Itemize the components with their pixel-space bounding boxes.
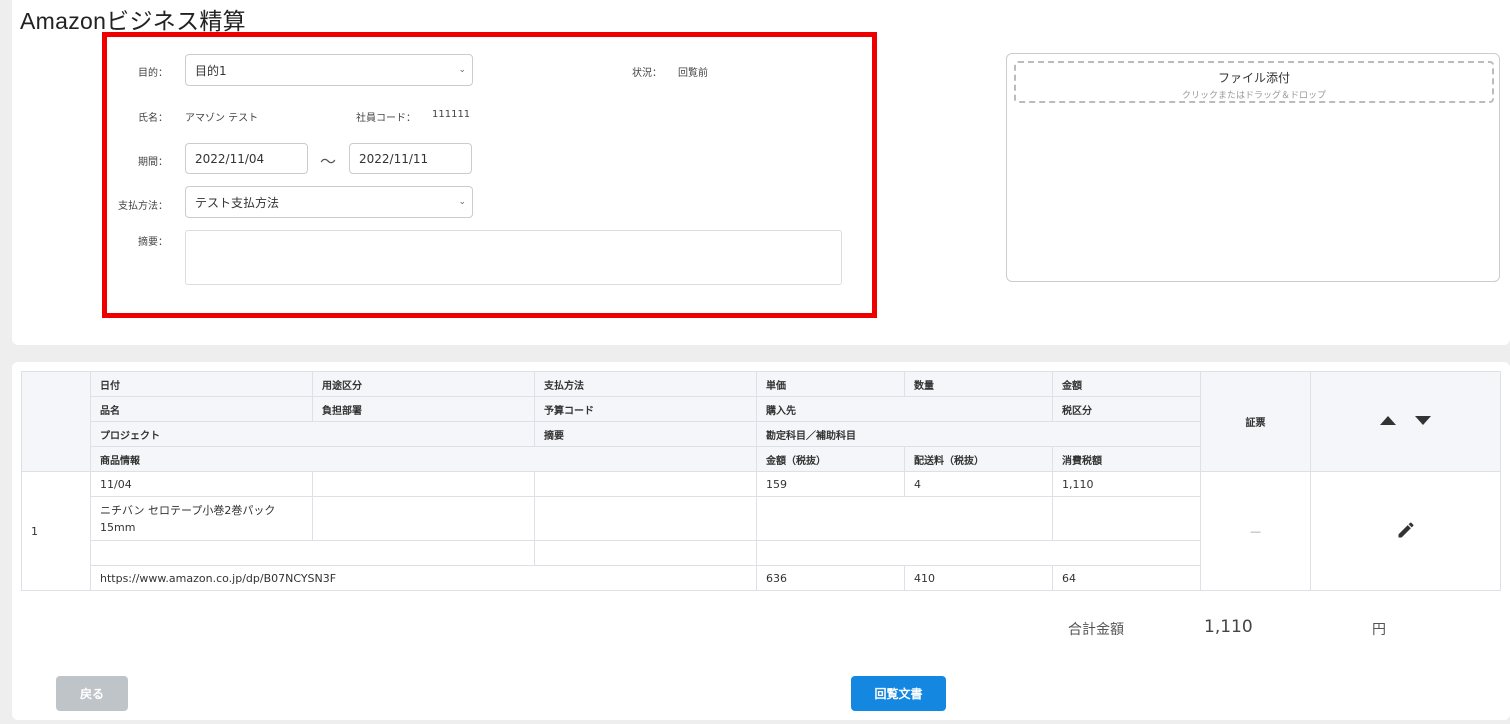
edit-button[interactable]	[1396, 520, 1416, 543]
header-summary: 摘要	[534, 421, 757, 447]
header-payment: 支払方法	[534, 371, 757, 397]
cell-department	[312, 496, 535, 541]
header-department: 負担部署	[312, 396, 535, 422]
file-dropzone[interactable]: ファイル添付 クリックまたはドラッグ＆ドロップ	[1014, 61, 1494, 103]
cell-summary	[534, 540, 757, 566]
cell-supplier	[756, 496, 1053, 541]
file-attach-title: ファイル添付	[1217, 71, 1290, 85]
move-down-button[interactable]	[1415, 415, 1432, 428]
move-up-button[interactable]	[1379, 415, 1396, 428]
table-row: 1 11/04 159 4 1,110 —	[21, 471, 1501, 591]
highlight-box	[102, 32, 877, 318]
header-item-name: 品名	[90, 396, 313, 422]
cell-tax-category	[1052, 496, 1201, 541]
header-project: プロジェクト	[90, 421, 535, 447]
pencil-icon	[1398, 521, 1414, 537]
header-index	[21, 371, 91, 472]
file-attach-hint: クリックまたはドラッグ＆ドロップ	[1181, 91, 1326, 101]
item-name-line1: ニチバン セロテープ小巻2巻パック	[100, 503, 276, 517]
header-budget-code: 予算コード	[534, 396, 757, 422]
header-unit-price: 単価	[756, 371, 905, 397]
cell-budget-code	[534, 496, 757, 541]
cell-voucher: —	[1200, 471, 1311, 591]
cell-consumption-tax: 64	[1052, 565, 1201, 591]
row-index: 1	[21, 471, 91, 591]
header-quantity: 数量	[904, 371, 1053, 397]
sort-controls	[1310, 371, 1501, 472]
circulate-button[interactable]: 回覧文書	[851, 676, 946, 711]
cell-item-name: ニチバン セロテープ小巻2巻パック 15mm	[90, 496, 313, 541]
header-date: 日付	[90, 371, 313, 397]
header-usage: 用途区分	[312, 371, 535, 397]
header-amount: 金額	[1052, 371, 1201, 397]
cell-payment	[534, 471, 757, 497]
total-unit: 円	[1372, 622, 1386, 638]
header-tax-category: 税区分	[1052, 396, 1201, 422]
cell-shipping: 410	[904, 565, 1053, 591]
triangle-up-icon	[1379, 415, 1396, 425]
detail-table: 日付 用途区分 支払方法 単価 数量 金額 証票 品名 負担部署 予算コード 購…	[21, 371, 1501, 591]
cell-quantity: 4	[904, 471, 1053, 497]
header-shipping: 配送料（税抜）	[904, 446, 1053, 472]
file-attachment-area: ファイル添付 クリックまたはドラッグ＆ドロップ	[1006, 53, 1500, 282]
cell-date: 11/04	[90, 471, 313, 497]
cell-usage	[312, 471, 535, 497]
header-consumption-tax: 消費税額	[1052, 446, 1201, 472]
header-voucher: 証票	[1200, 371, 1311, 472]
header-account: 勘定科目／補助科目	[756, 421, 1201, 447]
item-name-line2: 15mm	[100, 520, 136, 534]
cell-unit-price: 159	[756, 471, 905, 497]
back-button[interactable]: 戻る	[56, 676, 128, 711]
header-supplier: 購入先	[756, 396, 1053, 422]
cell-account	[756, 540, 1201, 566]
header-amount-excl-tax: 金額（税抜）	[756, 446, 905, 472]
cell-product-info: https://www.amazon.co.jp/dp/B07NCYSN3F	[90, 565, 757, 591]
triangle-down-icon	[1415, 415, 1432, 425]
cell-amount: 1,110	[1052, 471, 1201, 497]
header-product-info: 商品情報	[90, 446, 757, 472]
cell-project	[90, 540, 535, 566]
edit-cell	[1310, 471, 1501, 591]
page-title: Amazonビジネス精算	[20, 8, 246, 34]
cell-amount-excl-tax: 636	[756, 565, 905, 591]
total-value: 1,110	[1204, 617, 1253, 637]
total-label: 合計金額	[1068, 622, 1124, 638]
